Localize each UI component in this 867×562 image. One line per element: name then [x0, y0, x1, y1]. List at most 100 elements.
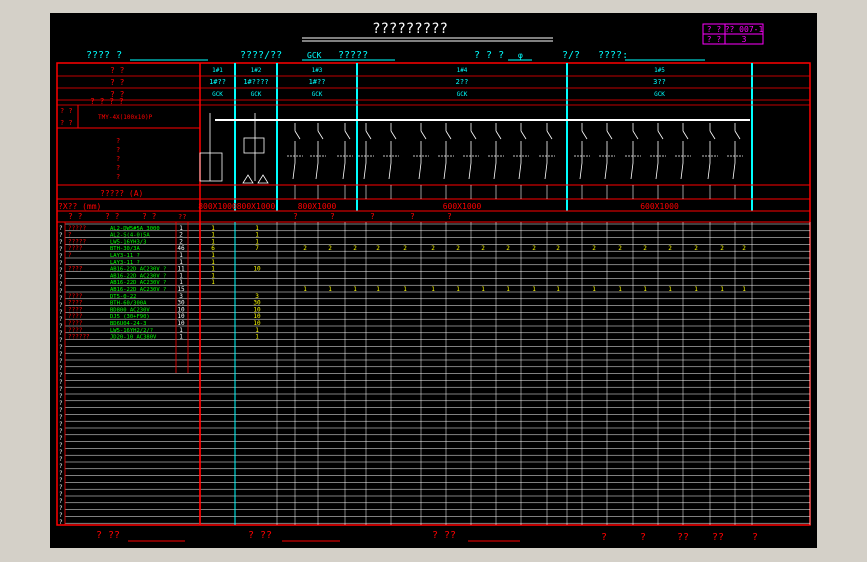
switch-blade — [682, 130, 689, 140]
vertical-label: ? — [59, 512, 63, 519]
panel-id: 1#2 — [251, 67, 262, 74]
vertical-label: ? — [59, 295, 63, 302]
vertical-label: ? — [59, 281, 63, 288]
diagram-label: ? — [116, 146, 120, 154]
vertical-label: ? — [59, 407, 63, 414]
switch-blade — [344, 130, 351, 140]
equip-cell: 2 — [481, 245, 485, 252]
vertical-label: ? — [59, 337, 63, 344]
header-phase: φ — [518, 51, 523, 60]
equip-cell: 2 — [532, 245, 536, 252]
equip-cell: 1 — [618, 286, 622, 293]
vertical-label: ? — [59, 309, 63, 316]
panel-name: 1#?? — [309, 78, 326, 86]
footer-a: ? — [601, 532, 607, 543]
colhead-marker: ? — [410, 212, 415, 221]
panel-type: GCK — [654, 91, 665, 98]
vertical-label: ? — [59, 260, 63, 267]
colhead-marker: ? — [293, 212, 298, 221]
vertical-label: ? — [59, 477, 63, 484]
switch-blade — [470, 130, 477, 140]
header-ratio: ?/? — [562, 50, 580, 61]
header-bus: ? ? ? — [474, 50, 504, 61]
panel-type: GCK — [457, 91, 468, 98]
vertical-label: ? — [59, 505, 63, 512]
equip-cell: 2 — [592, 245, 596, 252]
equip-panel1: 1 — [211, 279, 215, 286]
revision-box: ? ? ?? 007-1 ? ? 3 — [702, 23, 764, 45]
panel-type: GCK — [251, 91, 262, 98]
vertical-label: ? — [59, 225, 63, 232]
vertical-label: ? — [59, 267, 63, 274]
drawing-sheet: ????????? ? ? ?? 007-1 ? ? 3 ???? ? ????… — [56, 21, 811, 543]
equip-model: BTH-30/3A — [110, 246, 140, 252]
panel-id: 1#3 — [312, 67, 323, 74]
equip-cell: 1 — [353, 286, 357, 293]
incomer-box — [199, 152, 223, 182]
panel-name: 2?? — [456, 78, 469, 86]
colhead-marker: ? — [330, 212, 335, 221]
equip-model: LW5-16YH2/2/? — [110, 328, 153, 334]
rev-value-1: ?? 007-1 — [725, 25, 764, 34]
panel-type: GCK — [312, 91, 323, 98]
equip-qty: 1 — [179, 334, 183, 341]
equip-cell: 1 — [303, 286, 307, 293]
equip-cell: 2 — [353, 245, 357, 252]
equip-model: AB16-22D AC230V ? — [110, 267, 166, 273]
header-project: ???? ? — [86, 50, 122, 61]
footer-approver: ? ?? — [432, 530, 456, 541]
vertical-label: ? — [59, 372, 63, 379]
vertical-label: ? — [59, 288, 63, 295]
switch-blade — [445, 130, 452, 140]
vertical-label: ? — [59, 435, 63, 442]
equip-model: BD6U04-24-3 — [110, 321, 146, 327]
label-row4: ? ? ? ? — [90, 97, 124, 106]
footer-c: ?? — [677, 532, 689, 543]
switch-blade — [495, 130, 502, 140]
panel-type: GCK — [212, 91, 223, 98]
equip-model: LW5-16YH3/3 — [110, 239, 146, 245]
rev-label-1: ? ? — [707, 25, 722, 34]
vertical-label: ? — [59, 358, 63, 365]
switch-blade — [294, 130, 301, 140]
colhead-marker: ? — [370, 212, 375, 221]
surge-arrester — [242, 174, 269, 184]
vertical-label: ? — [59, 463, 63, 470]
feeder-out — [292, 162, 296, 180]
vertical-label: ? — [59, 428, 63, 435]
cad-drawing-viewport[interactable]: ????????? ? ? ?? 007-1 ? ? 3 ???? ? ????… — [50, 13, 817, 548]
feeder-out — [518, 162, 522, 180]
switch-blade — [365, 130, 372, 140]
switch-blade — [520, 130, 527, 140]
equip-cell: 2 — [403, 245, 407, 252]
equip-cell: 2 — [328, 245, 332, 252]
feeder-out — [680, 162, 684, 180]
equip-model: BTH-60/300A — [110, 301, 147, 307]
equip-cell: 1 — [532, 286, 536, 293]
vertical-label: ? — [59, 400, 63, 407]
equip-cell: 2 — [456, 245, 460, 252]
vertical-label: ? — [59, 498, 63, 505]
footer-checker: ? ?? — [248, 530, 272, 541]
switch-blade — [734, 130, 741, 140]
equip-cell: 1 — [643, 286, 647, 293]
equip-cell: 2 — [431, 245, 435, 252]
header-date: ????: — [598, 50, 628, 61]
panel-size: 600X1000 — [443, 202, 482, 211]
drawing-title: ????????? — [372, 21, 448, 37]
equip-cell: 2 — [556, 245, 560, 252]
vertical-label: ? — [59, 519, 63, 526]
switch-blade — [317, 130, 324, 140]
equip-cell: 1 — [694, 286, 698, 293]
panel-size: 800X1000 — [298, 202, 337, 211]
equip-model: AL2-S(4-0)5A — [110, 233, 150, 239]
feeder-out — [604, 162, 608, 180]
feeder-out — [655, 162, 659, 180]
panel-name: 3?? — [653, 78, 666, 86]
diagram-label: ? — [116, 155, 120, 163]
table-frame — [56, 62, 811, 526]
equip-name: ?????? — [68, 334, 90, 341]
header-model: ????? — [338, 50, 368, 61]
equip-model: AB16-22D AC230V ? — [110, 280, 166, 286]
busbar-label-b: ? ? — [60, 119, 73, 127]
